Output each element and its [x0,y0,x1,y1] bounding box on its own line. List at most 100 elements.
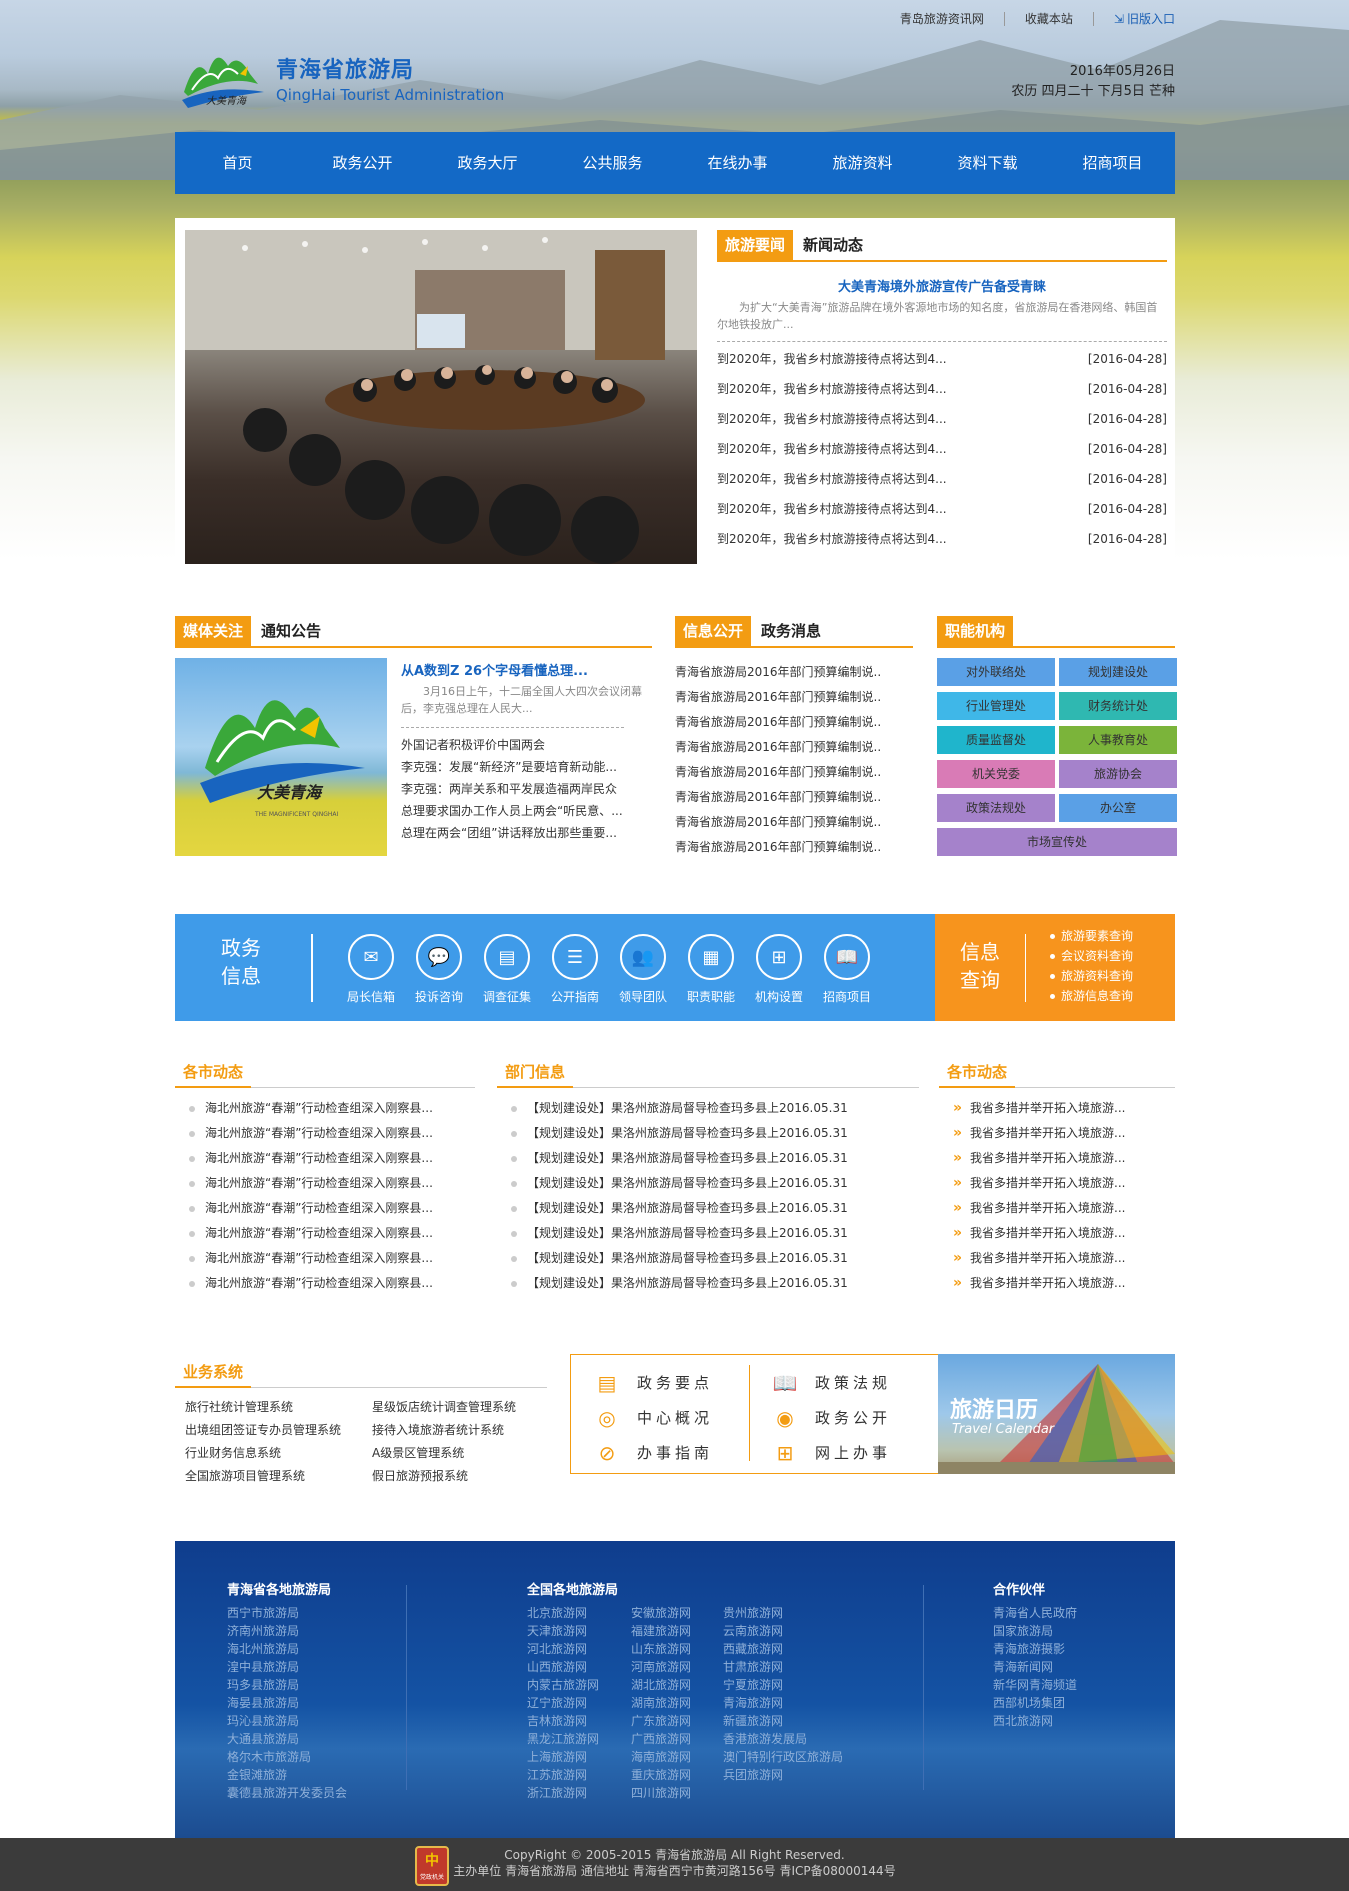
nav-gov-hall[interactable]: 政务大厅 [425,132,550,194]
footer-link[interactable]: 重庆旅游网 [631,1766,723,1784]
biz-system-link[interactable]: 出境组团签证专办员管理系统 [185,1419,372,1442]
media-list-item[interactable]: 李克强：发展“新经济”是要培育新动能... [401,756,652,778]
footer-link[interactable]: 新华网青海频道 [993,1676,1077,1694]
band-item[interactable]: 📖 招商项目 [813,934,881,1005]
query-item[interactable]: 旅游资料查询 [1050,966,1133,986]
org-item[interactable]: 质量监督处 [937,726,1055,754]
band-item[interactable]: 💬 投诉咨询 [405,934,473,1005]
meeting-photo[interactable] [185,230,697,564]
news-item[interactable]: 到2020年，我省乡村旅游接待点将达到4... [2016-04-28] [717,524,1167,554]
tab-gov-news[interactable]: 政务消息 [751,616,831,646]
dept-item[interactable]: 【规划建设处】果洛州旅游局督导检查玛多县上2016.05.31 [497,1146,919,1171]
footer-link[interactable]: 江苏旅游网 [527,1766,631,1784]
quick-link[interactable]: ⊘ 办事指南 [593,1435,713,1470]
footer-link[interactable]: 湖北旅游网 [631,1676,723,1694]
media-list-item[interactable]: 总理要求国办工作人员上两会“听民意、... [401,800,652,822]
footer-link[interactable]: 北京旅游网 [527,1604,631,1622]
footer-link[interactable]: 青海旅游摄影 [993,1640,1077,1658]
info-list-item[interactable]: 青海省旅游局2016年部门预算编制说.. [675,785,913,810]
footer-link[interactable]: 囊德县旅游开发委员会 [227,1784,347,1802]
info-list-item[interactable]: 青海省旅游局2016年部门预算编制说.. [675,810,913,835]
org-item[interactable]: 政策法规处 [937,794,1055,822]
news-item[interactable]: 到2020年，我省乡村旅游接待点将达到4... [2016-04-28] [717,464,1167,494]
footer-link[interactable]: 河南旅游网 [631,1658,723,1676]
band-item[interactable]: ☰ 公开指南 [541,934,609,1005]
info-list-item[interactable]: 青海省旅游局2016年部门预算编制说.. [675,735,913,760]
biz-system-link[interactable]: 接待入境旅游者统计系统 [372,1419,516,1442]
info-list-item[interactable]: 青海省旅游局2016年部门预算编制说.. [675,710,913,735]
info-list-item[interactable]: 青海省旅游局2016年部门预算编制说.. [675,660,913,685]
band-item[interactable]: ▦ 职责职能 [677,934,745,1005]
dept-item[interactable]: 【规划建设处】果洛州旅游局督导检查玛多县上2016.05.31 [497,1246,919,1271]
quick-link[interactable]: 📖 政策法规 [771,1365,891,1400]
footer-link[interactable]: 湟中县旅游局 [227,1658,347,1676]
dept-item[interactable]: 【规划建设处】果洛州旅游局督导检查玛多县上2016.05.31 [497,1171,919,1196]
footer-link[interactable]: 青海旅游网 [723,1694,843,1712]
biz-system-link[interactable]: 星级饭店统计调查管理系统 [372,1396,516,1419]
footer-link[interactable]: 贵州旅游网 [723,1604,843,1622]
nav-public-service[interactable]: 公共服务 [550,132,675,194]
tab-tourism-news[interactable]: 旅游要闻 [717,230,794,260]
news-item[interactable]: 到2020年，我省乡村旅游接待点将达到4... [2016-04-28] [717,434,1167,464]
cities-item[interactable]: 海北州旅游“春潮”行动检查组深入刚察县... [175,1171,475,1196]
footer-link[interactable]: 四川旅游网 [631,1784,723,1802]
dept-item[interactable]: 【规划建设处】果洛州旅游局督导检查玛多县上2016.05.31 [497,1271,919,1296]
footer-link[interactable]: 福建旅游网 [631,1622,723,1640]
cities2-item[interactable]: » 我省多措并举开拓入境旅游... [939,1096,1175,1121]
nav-online-service[interactable]: 在线办事 [675,132,800,194]
footer-link[interactable]: 济南州旅游局 [227,1622,347,1640]
org-item[interactable]: 旅游协会 [1059,760,1177,788]
footer-link[interactable]: 山西旅游网 [527,1658,631,1676]
travel-calendar-banner[interactable]: 旅游日历 Travel Calendar [938,1354,1175,1474]
org-item[interactable]: 规划建设处 [1059,658,1177,686]
footer-link[interactable]: 澳门特别行政区旅游局 [723,1748,843,1766]
footer-link[interactable]: 云南旅游网 [723,1622,843,1640]
band-item[interactable]: ✉ 局长信箱 [337,934,405,1005]
footer-link[interactable]: 西宁市旅游局 [227,1604,347,1622]
biz-system-link[interactable]: 行业财务信息系统 [185,1442,372,1465]
footer-link[interactable]: 辽宁旅游网 [527,1694,631,1712]
cities-item[interactable]: 海北州旅游“春潮”行动检查组深入刚察县... [175,1246,475,1271]
cities2-item[interactable]: » 我省多措并举开拓入境旅游... [939,1171,1175,1196]
band-item[interactable]: ▤ 调查征集 [473,934,541,1005]
footer-link[interactable]: 西藏旅游网 [723,1640,843,1658]
org-item[interactable]: 对外联络处 [937,658,1055,686]
cities2-item[interactable]: » 我省多措并举开拓入境旅游... [939,1271,1175,1296]
query-item[interactable]: 旅游要素查询 [1050,926,1133,946]
footer-link[interactable]: 湖南旅游网 [631,1694,723,1712]
footer-link[interactable]: 海北州旅游局 [227,1640,347,1658]
news-item[interactable]: 到2020年，我省乡村旅游接待点将达到4... [2016-04-28] [717,374,1167,404]
org-item[interactable]: 机关党委 [937,760,1055,788]
media-list-item[interactable]: 李克强：两岸关系和平发展造福两岸民众 [401,778,652,800]
footer-link[interactable]: 广东旅游网 [631,1712,723,1730]
dept-item[interactable]: 【规划建设处】果洛州旅游局督导检查玛多县上2016.05.31 [497,1196,919,1221]
cities-item[interactable]: 海北州旅游“春潮”行动检查组深入刚察县... [175,1271,475,1296]
footer-link[interactable]: 河北旅游网 [527,1640,631,1658]
dept-item[interactable]: 【规划建设处】果洛州旅游局督导检查玛多县上2016.05.31 [497,1221,919,1246]
cities-item[interactable]: 海北州旅游“春潮”行动检查组深入刚察县... [175,1146,475,1171]
quick-link[interactable]: ⊞ 网上办事 [771,1435,891,1470]
footer-link[interactable]: 大通县旅游局 [227,1730,347,1748]
dept-item[interactable]: 【规划建设处】果洛州旅游局督导检查玛多县上2016.05.31 [497,1096,919,1121]
media-image[interactable]: 大美青海 THE MAGNIFICENT QINGHAI [175,658,387,856]
media-list-item[interactable]: 外国记者积极评价中国两会 [401,734,652,756]
site-logo[interactable]: 大美青海 青海省旅游局 QingHai Tourist Administrati… [178,44,504,112]
info-list-item[interactable]: 青海省旅游局2016年部门预算编制说.. [675,760,913,785]
footer-link[interactable]: 浙江旅游网 [527,1784,631,1802]
footer-link[interactable]: 格尔木市旅游局 [227,1748,347,1766]
info-list-item[interactable]: 青海省旅游局2016年部门预算编制说.. [675,685,913,710]
footer-link[interactable]: 内蒙古旅游网 [527,1676,631,1694]
band-item[interactable]: 👥 领导团队 [609,934,677,1005]
news-item[interactable]: 到2020年，我省乡村旅游接待点将达到4... [2016-04-28] [717,344,1167,374]
footer-link[interactable]: 广西旅游网 [631,1730,723,1748]
biz-system-link[interactable]: 全国旅游项目管理系统 [185,1465,372,1488]
footer-link[interactable]: 西部机场集团 [993,1694,1077,1712]
footer-link[interactable]: 青海省人民政府 [993,1604,1077,1622]
quick-link[interactable]: ◉ 政务公开 [771,1400,891,1435]
query-item[interactable]: 旅游信息查询 [1050,986,1133,1006]
info-list-item[interactable]: 青海省旅游局2016年部门预算编制说.. [675,835,913,860]
footer-link[interactable]: 安徽旅游网 [631,1604,723,1622]
cities2-item[interactable]: » 我省多措并举开拓入境旅游... [939,1146,1175,1171]
tab-departments[interactable]: 职能机构 [937,616,1014,646]
footer-link[interactable]: 兵团旅游网 [723,1766,843,1784]
